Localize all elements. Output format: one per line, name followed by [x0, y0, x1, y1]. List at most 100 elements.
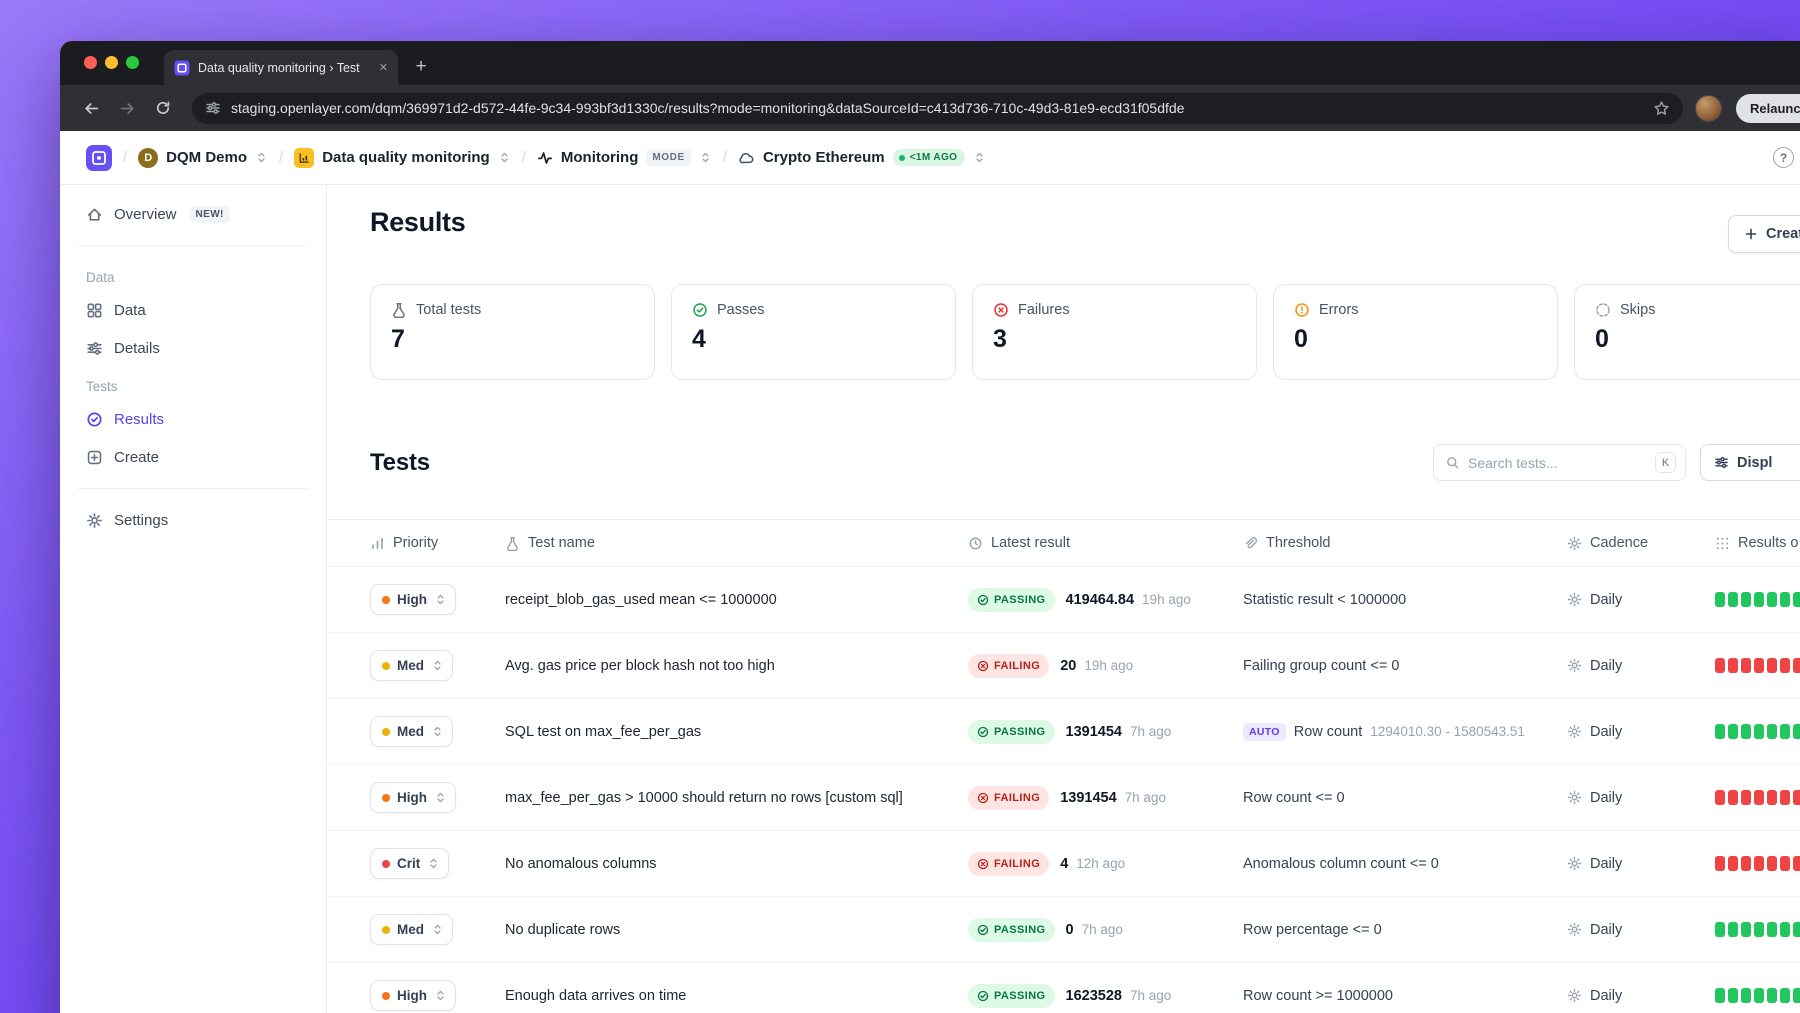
breadcrumb-project[interactable]: Data quality monitoring	[294, 147, 511, 168]
table-row[interactable]: High receipt_blob_gas_used mean <= 10000…	[327, 567, 1800, 633]
test-name-link[interactable]: Enough data arrives on time	[505, 988, 686, 1004]
priority-select[interactable]: Crit	[370, 848, 450, 879]
test-name-link[interactable]: Avg. gas price per block hash not too hi…	[505, 658, 775, 674]
breadcrumb-separator: /	[279, 149, 284, 166]
history-squares[interactable]	[1715, 724, 1800, 739]
url-bar[interactable]: staging.openlayer.com/dqm/369971d2-d572-…	[192, 92, 1683, 124]
url-text[interactable]: staging.openlayer.com/dqm/369971d2-d572-…	[231, 100, 1643, 116]
table-row[interactable]: Crit No anomalous columns FAILING 4 12h …	[327, 831, 1800, 897]
column-header-results-over-time[interactable]: Results o	[1715, 535, 1800, 551]
sun-icon	[1567, 536, 1582, 550]
stat-label: Failures	[1018, 302, 1070, 318]
sidebar-item-overview[interactable]: Overview NEW!	[76, 195, 310, 233]
browser-titlebar: Data quality monitoring › Test ✕ +	[60, 41, 1800, 85]
sidebar-item-data[interactable]: Data	[76, 291, 310, 329]
maximize-window-button[interactable]	[126, 56, 139, 69]
chevron-up-down-icon	[434, 660, 441, 671]
history-squares[interactable]	[1715, 856, 1800, 871]
search-tests-box[interactable]: K	[1433, 444, 1686, 481]
sidebar-item-details[interactable]: Details	[76, 329, 310, 367]
test-name-link[interactable]: max_fee_per_gas > 10000 should return no…	[505, 790, 903, 806]
column-header-cadence[interactable]: Cadence	[1567, 535, 1715, 551]
table-row[interactable]: High max_fee_per_gas > 10000 should retu…	[327, 765, 1800, 831]
close-window-button[interactable]	[84, 56, 97, 69]
sun-icon	[1567, 790, 1582, 805]
new-badge: NEW!	[189, 205, 230, 223]
chevron-up-down-icon[interactable]	[498, 151, 511, 164]
chevron-up-down-icon	[434, 726, 441, 737]
priority-label: Crit	[397, 856, 421, 871]
sun-icon	[1567, 856, 1582, 871]
reload-button[interactable]	[146, 91, 180, 125]
x-circle-icon	[977, 858, 989, 869]
test-name-link[interactable]: SQL test on max_fee_per_gas	[505, 724, 701, 740]
sidebar-divider	[78, 245, 308, 246]
priority-select[interactable]: High	[370, 782, 456, 813]
latest-result-cell: FAILING 4 12h ago	[968, 851, 1243, 876]
breadcrumb-data-source[interactable]: Crypto Ethereum <1M AGO	[738, 149, 986, 166]
history-squares[interactable]	[1715, 790, 1800, 805]
sidebar-item-settings[interactable]: Settings	[76, 501, 310, 539]
result-value: 1623528	[1065, 987, 1122, 1004]
sidebar-item-create[interactable]: Create	[76, 438, 310, 476]
sidebar-item-label: Details	[114, 339, 160, 357]
create-test-button[interactable]: Creat	[1728, 215, 1800, 253]
browser-profile-avatar[interactable]	[1695, 94, 1722, 122]
traffic-lights	[84, 56, 139, 69]
new-tab-button[interactable]: +	[406, 52, 436, 82]
history-squares[interactable]	[1715, 592, 1800, 607]
chevron-up-down-icon[interactable]	[255, 151, 268, 164]
table-row[interactable]: Med Avg. gas price per block hash not to…	[327, 633, 1800, 699]
display-options-button[interactable]: Displ	[1700, 444, 1800, 481]
test-name-link[interactable]: receipt_blob_gas_used mean <= 1000000	[505, 592, 777, 608]
sliders-icon	[87, 341, 102, 355]
status-pill: PASSING	[968, 983, 1055, 1008]
priority-select[interactable]: High	[370, 584, 456, 615]
column-header-test-name[interactable]: Test name	[505, 535, 968, 551]
table-row[interactable]: Med SQL test on max_fee_per_gas PASSING …	[327, 699, 1800, 765]
forward-button[interactable]	[110, 91, 144, 125]
search-tests-input[interactable]	[1468, 454, 1647, 471]
column-header-threshold[interactable]: Threshold	[1243, 535, 1567, 551]
chevron-up-down-icon[interactable]	[973, 151, 986, 164]
openlayer-logo[interactable]	[86, 144, 112, 171]
status-label: FAILING	[994, 857, 1041, 870]
bookmark-star-icon[interactable]	[1653, 100, 1670, 117]
check-circle-icon	[977, 594, 989, 605]
breadcrumb-workspace[interactable]: D DQM Demo	[138, 147, 268, 168]
latest-result-cell: PASSING 0 7h ago	[968, 917, 1243, 942]
breadcrumb-mode[interactable]: Monitoring MODE	[537, 149, 712, 166]
priority-label: Med	[397, 922, 424, 937]
test-name-link[interactable]: No anomalous columns	[505, 856, 657, 872]
cadence-cell: Daily	[1567, 790, 1715, 806]
history-squares[interactable]	[1715, 922, 1800, 937]
test-name-link[interactable]: No duplicate rows	[505, 922, 620, 938]
breadcrumb-separator: /	[521, 149, 526, 166]
sidebar-item-results[interactable]: Results	[76, 400, 310, 438]
priority-select[interactable]: Med	[370, 716, 453, 747]
priority-select[interactable]: Med	[370, 914, 453, 945]
column-header-priority[interactable]: Priority	[327, 535, 505, 551]
history-squares[interactable]	[1715, 988, 1800, 1003]
tab-close-icon[interactable]: ✕	[379, 61, 388, 74]
browser-tab[interactable]: Data quality monitoring › Test ✕	[164, 50, 398, 85]
result-value: 1391454	[1065, 723, 1122, 740]
result-value: 0	[1065, 921, 1074, 938]
stat-value: 0	[1595, 325, 1609, 353]
cadence-cell: Daily	[1567, 592, 1715, 608]
table-row[interactable]: Med No duplicate rows PASSING 0 7h ago R…	[327, 897, 1800, 963]
history-squares[interactable]	[1715, 658, 1800, 673]
priority-select[interactable]: High	[370, 980, 456, 1011]
table-row[interactable]: High Enough data arrives on time PASSING…	[327, 963, 1800, 1013]
priority-select[interactable]: Med	[370, 650, 453, 681]
minimize-window-button[interactable]	[105, 56, 118, 69]
status-label: PASSING	[994, 593, 1046, 606]
chevron-up-down-icon[interactable]	[699, 151, 712, 164]
tune-icon[interactable]	[205, 100, 221, 116]
latest-result-cell: FAILING 20 19h ago	[968, 653, 1243, 678]
back-button[interactable]	[74, 91, 108, 125]
forward-arrow-icon	[120, 102, 134, 114]
column-header-latest-result[interactable]: Latest result	[968, 535, 1243, 551]
help-button[interactable]: ?	[1773, 147, 1794, 168]
relaunch-button[interactable]: Relaunc	[1736, 93, 1800, 123]
